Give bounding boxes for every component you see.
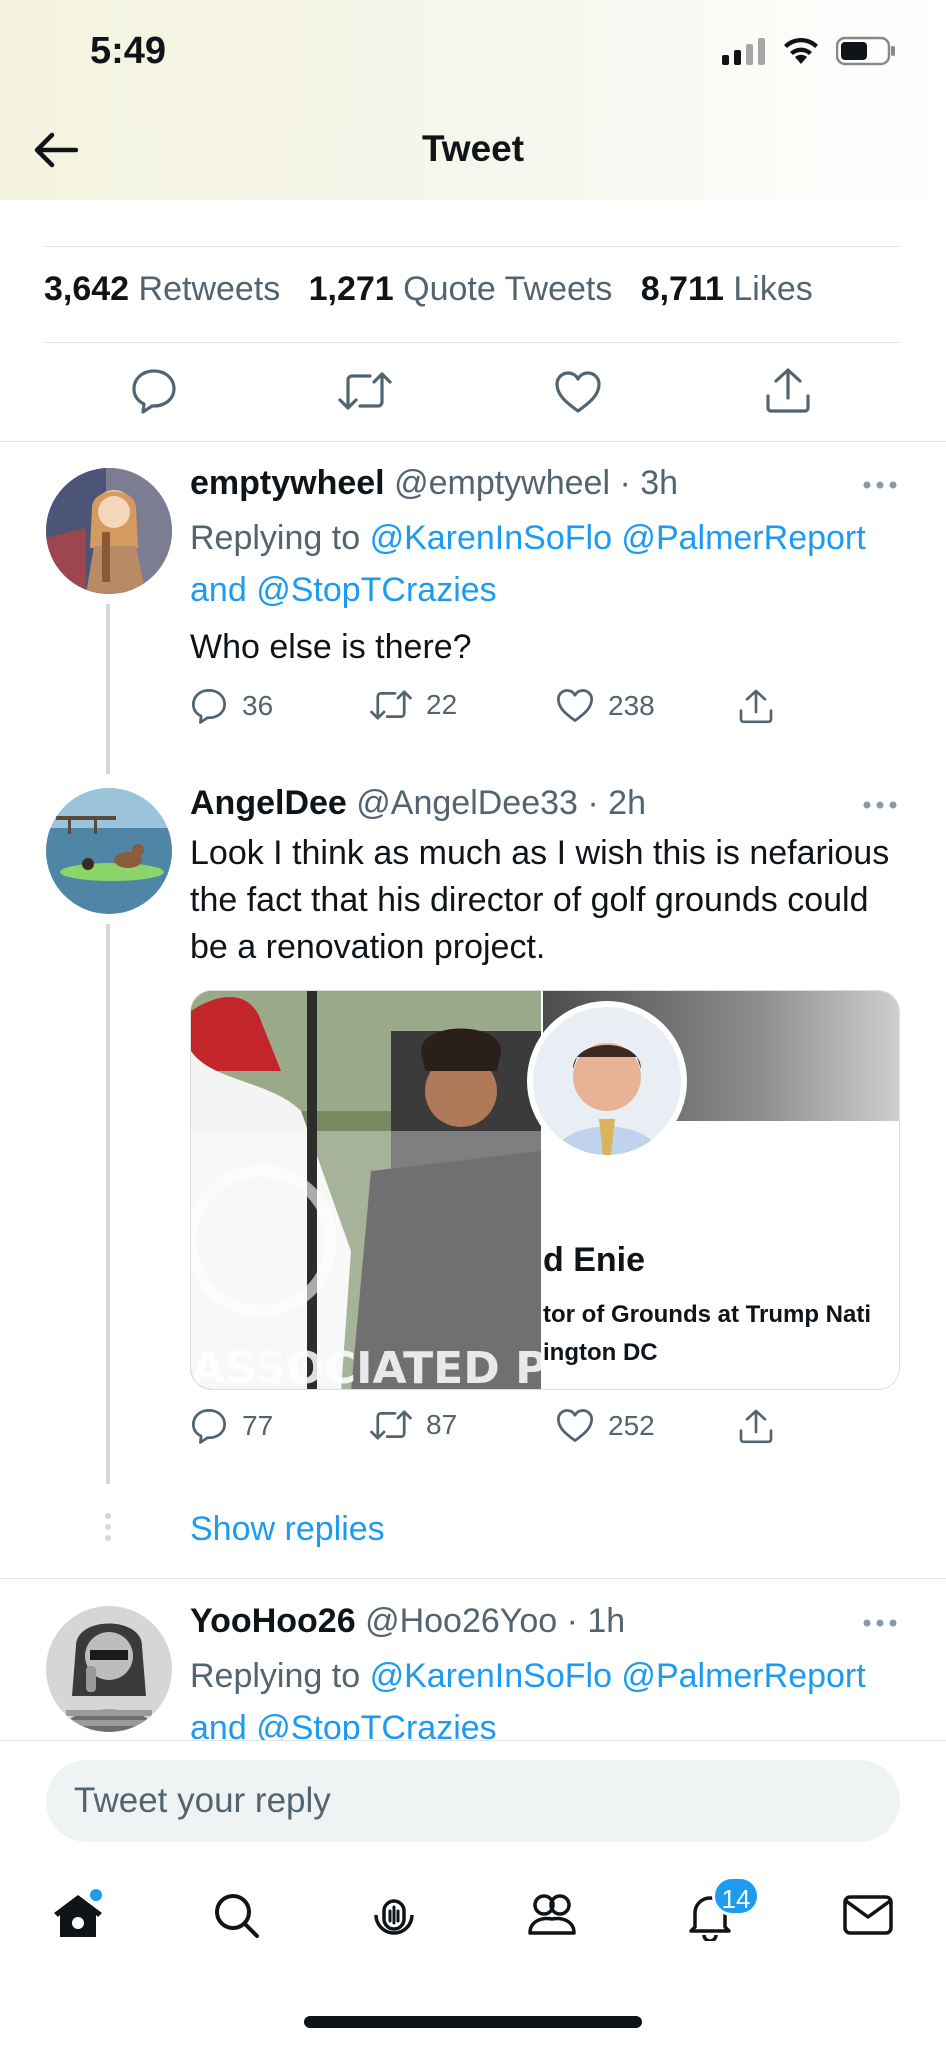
status-icons xyxy=(722,36,896,66)
show-replies-link[interactable]: Show replies xyxy=(190,1510,385,1549)
mention-link[interactable]: @StopTCrazies xyxy=(256,571,496,609)
spaces-icon xyxy=(374,1899,414,1935)
quote-tweets-stat[interactable]: 1,271 Quote Tweets xyxy=(309,270,613,308)
reply-input[interactable]: Tweet your reply xyxy=(46,1760,900,1842)
reply-button[interactable]: 77 xyxy=(190,1408,273,1444)
thread-line xyxy=(106,604,110,774)
author-handle[interactable]: @AngelDee33 · 2h xyxy=(356,784,646,822)
tab-home[interactable] xyxy=(38,1870,118,1960)
reply-icon xyxy=(191,1408,227,1444)
divider xyxy=(44,246,900,247)
search-icon xyxy=(215,1894,259,1938)
more-options-icon[interactable] xyxy=(862,1608,898,1643)
tab-spaces[interactable] xyxy=(354,1870,434,1960)
retweet-icon xyxy=(370,690,412,720)
share-button[interactable] xyxy=(738,688,774,724)
divider xyxy=(44,342,900,343)
more-options-icon[interactable] xyxy=(862,790,898,825)
author-handle[interactable]: @emptywheel · 3h xyxy=(394,464,678,502)
signal-icon xyxy=(722,38,765,65)
media-name-partial: d Enie xyxy=(543,1241,646,1279)
thread-dots xyxy=(104,1512,112,1547)
share-icon xyxy=(739,1409,773,1444)
media-photo-left[interactable]: ASSOCIATED PRESS xyxy=(191,991,673,1390)
profile-photo xyxy=(527,1001,687,1161)
retweet-icon xyxy=(370,1410,412,1440)
messages-icon xyxy=(843,1895,893,1935)
like-button[interactable]: 252 xyxy=(556,1408,655,1443)
reply-button[interactable]: 36 xyxy=(190,688,273,724)
thread-line xyxy=(106,924,110,1484)
tab-messages[interactable] xyxy=(828,1870,908,1960)
divider xyxy=(0,1578,946,1579)
communities-icon xyxy=(528,1894,576,1935)
reply-text: Who else is there? xyxy=(190,628,472,666)
reply-text: Look I think as much as I wish this is n… xyxy=(190,834,890,966)
media-caption-line1: tor of Grounds at Trump Nati xyxy=(543,1301,871,1328)
wifi-icon xyxy=(784,37,818,64)
reply-actions: 36 22 238 xyxy=(190,688,790,732)
retweets-stat[interactable]: 3,642 Retweets xyxy=(44,270,280,308)
retweet-button[interactable]: 87 xyxy=(370,1408,457,1442)
media-attachment[interactable]: ASSOCIATED PRESS d Enie tor of Grounds a… xyxy=(190,990,900,1390)
retweet-icon[interactable] xyxy=(338,370,392,417)
avatar[interactable] xyxy=(46,788,172,914)
like-button[interactable]: 238 xyxy=(556,688,655,723)
like-icon[interactable] xyxy=(554,370,602,419)
share-icon xyxy=(739,689,773,724)
reply-icon xyxy=(191,688,227,724)
author-name[interactable]: YooHoo26 xyxy=(190,1602,356,1640)
tab-bar xyxy=(0,1870,946,1960)
tweet-stats: 3,642 Retweets 1,271 Quote Tweets 8,711 … xyxy=(44,270,813,309)
tab-search[interactable] xyxy=(196,1870,276,1960)
avatar[interactable] xyxy=(46,468,172,594)
reply-author-line: emptywheel @emptywheel · 3h xyxy=(190,464,678,503)
retweet-button[interactable]: 22 xyxy=(370,688,457,722)
tab-communities[interactable] xyxy=(512,1870,592,1960)
page-title: Tweet xyxy=(421,128,525,169)
share-icon[interactable] xyxy=(764,366,812,419)
reply-author-line: YooHoo26 @Hoo26Yoo · 1h xyxy=(190,1602,625,1641)
replying-to: Replying to @KarenInSoFlo @PalmerReport … xyxy=(190,519,866,609)
reply-author-line: AngelDee @AngelDee33 · 2h xyxy=(190,784,646,823)
like-icon xyxy=(556,1409,594,1442)
media-caption-line2: ington DC xyxy=(543,1339,658,1366)
notification-badge: 14 xyxy=(712,1876,760,1916)
reply-actions: 77 87 252 xyxy=(190,1408,790,1452)
replying-to: Replying to @KarenInSoFlo @PalmerReport … xyxy=(190,1657,866,1747)
share-button[interactable] xyxy=(738,1408,774,1444)
battery-icon xyxy=(836,36,895,66)
more-options-icon[interactable] xyxy=(862,470,898,505)
author-name[interactable]: AngelDee xyxy=(190,784,347,822)
divider xyxy=(0,1740,946,1741)
status-time: 5:49 xyxy=(90,30,167,72)
avatar[interactable] xyxy=(46,1606,172,1732)
author-name[interactable]: emptywheel xyxy=(190,464,385,502)
media-photo-right[interactable]: d Enie tor of Grounds at Trump Nati ingt… xyxy=(527,991,899,1389)
mention-link[interactable]: @KarenInSoFlo @PalmerReport xyxy=(370,1657,866,1695)
nav-bar: 5:49 Tweet xyxy=(0,0,946,200)
reply-icon[interactable] xyxy=(130,368,178,419)
home-indicator xyxy=(304,2016,642,2028)
home-icon xyxy=(54,1889,102,1937)
like-icon xyxy=(556,689,594,722)
media-watermark: ASSOCIATED PRESS xyxy=(191,1343,541,1390)
author-handle[interactable]: @Hoo26Yoo · 1h xyxy=(365,1602,625,1640)
mention-link[interactable]: @KarenInSoFlo @PalmerReport xyxy=(370,519,866,557)
likes-stat[interactable]: 8,711 Likes xyxy=(641,270,813,308)
divider xyxy=(0,441,946,442)
